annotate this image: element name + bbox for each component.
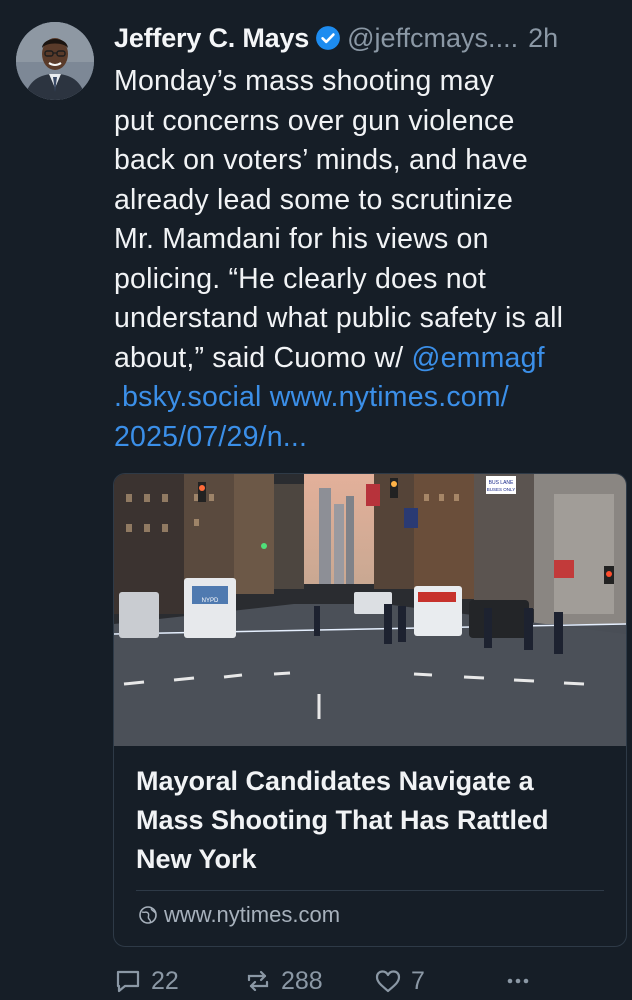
more-icon bbox=[507, 978, 529, 984]
post: Jeffery C. Mays @jeffcmays. ... 2h Monda… bbox=[0, 0, 632, 1000]
link-preview-card[interactable]: BUS LANE BUSES ONLY NYPD Mayoral Candida… bbox=[113, 473, 627, 947]
post-header: Jeffery C. Mays @jeffcmays. ... 2h bbox=[114, 18, 626, 58]
card-domain: www.nytimes.com bbox=[138, 902, 340, 928]
avatar[interactable] bbox=[16, 22, 94, 100]
mention-link[interactable]: @emmagf bbox=[411, 342, 544, 374]
mention-link-continued[interactable]: .bsky.social bbox=[114, 381, 262, 413]
reply-icon bbox=[116, 970, 140, 993]
buses-only-sign-text: BUSES ONLY bbox=[487, 487, 515, 492]
post-text-line: Monday’s mass shooting may bbox=[114, 65, 495, 97]
more-options-button[interactable] bbox=[503, 966, 541, 996]
post-actions: 22 288 7 bbox=[113, 966, 541, 996]
like-icon bbox=[375, 970, 401, 993]
author-handle[interactable]: @jeffcmays. bbox=[347, 18, 495, 58]
post-text-line: 2025/07/29/n... bbox=[114, 418, 626, 458]
post-text-line: .bsky.social www.nytimes.com/ bbox=[114, 378, 626, 418]
handle-ellipsis: ... bbox=[495, 23, 519, 53]
author-display-name[interactable]: Jeffery C. Mays bbox=[114, 18, 309, 58]
post-text-line: understand what public safety is all bbox=[114, 302, 564, 334]
post-timestamp[interactable]: 2h bbox=[528, 18, 558, 58]
post-text-segment: about,” said Cuomo w/ bbox=[114, 341, 412, 374]
vehicle-sign-text: NYPD bbox=[202, 598, 219, 604]
card-title-line: Mayoral Candidates Navigate a bbox=[136, 766, 534, 796]
card-title-line: Mass Shooting That Has Rattled bbox=[136, 805, 549, 835]
card-domain-text: www.nytimes.com bbox=[164, 902, 341, 927]
post-text: Monday’s mass shooting may put concerns … bbox=[114, 62, 626, 457]
card-divider bbox=[136, 890, 604, 891]
post-text-line: about,” said Cuomo w/ @emmagf bbox=[114, 339, 626, 379]
post-text-line: policing. “He clearly does not bbox=[114, 262, 486, 295]
reply-count: 22 bbox=[151, 966, 179, 995]
card-title-line: New York bbox=[136, 844, 257, 874]
post-text-line: Mr. Mamdani for his views on bbox=[114, 223, 489, 255]
reply-button[interactable]: 22 bbox=[113, 966, 243, 996]
repost-icon bbox=[247, 970, 269, 992]
repost-button[interactable]: 288 bbox=[243, 966, 373, 996]
like-button[interactable]: 7 bbox=[373, 966, 503, 996]
repost-count: 288 bbox=[281, 966, 323, 995]
post-text-line: put concerns over gun violence bbox=[114, 104, 515, 137]
article-url-link-continued[interactable]: 2025/07/29/n... bbox=[114, 421, 307, 453]
post-content: Jeffery C. Mays @jeffcmays. ... 2h Monda… bbox=[114, 18, 626, 457]
post-text-line: back on voters’ minds, and have bbox=[114, 144, 528, 176]
verified-badge-icon bbox=[316, 26, 341, 50]
card-title[interactable]: Mayoral Candidates Navigate a Mass Shoot… bbox=[114, 746, 626, 881]
card-thumbnail-image: BUS LANE BUSES ONLY NYPD bbox=[114, 474, 626, 746]
article-url-link[interactable]: www.nytimes.com/ bbox=[270, 381, 509, 413]
bus-lane-sign-text: BUS LANE bbox=[489, 480, 514, 486]
like-count: 7 bbox=[411, 966, 425, 995]
globe-icon bbox=[139, 906, 157, 924]
post-text-line: already lead some to scrutinize bbox=[114, 183, 514, 216]
